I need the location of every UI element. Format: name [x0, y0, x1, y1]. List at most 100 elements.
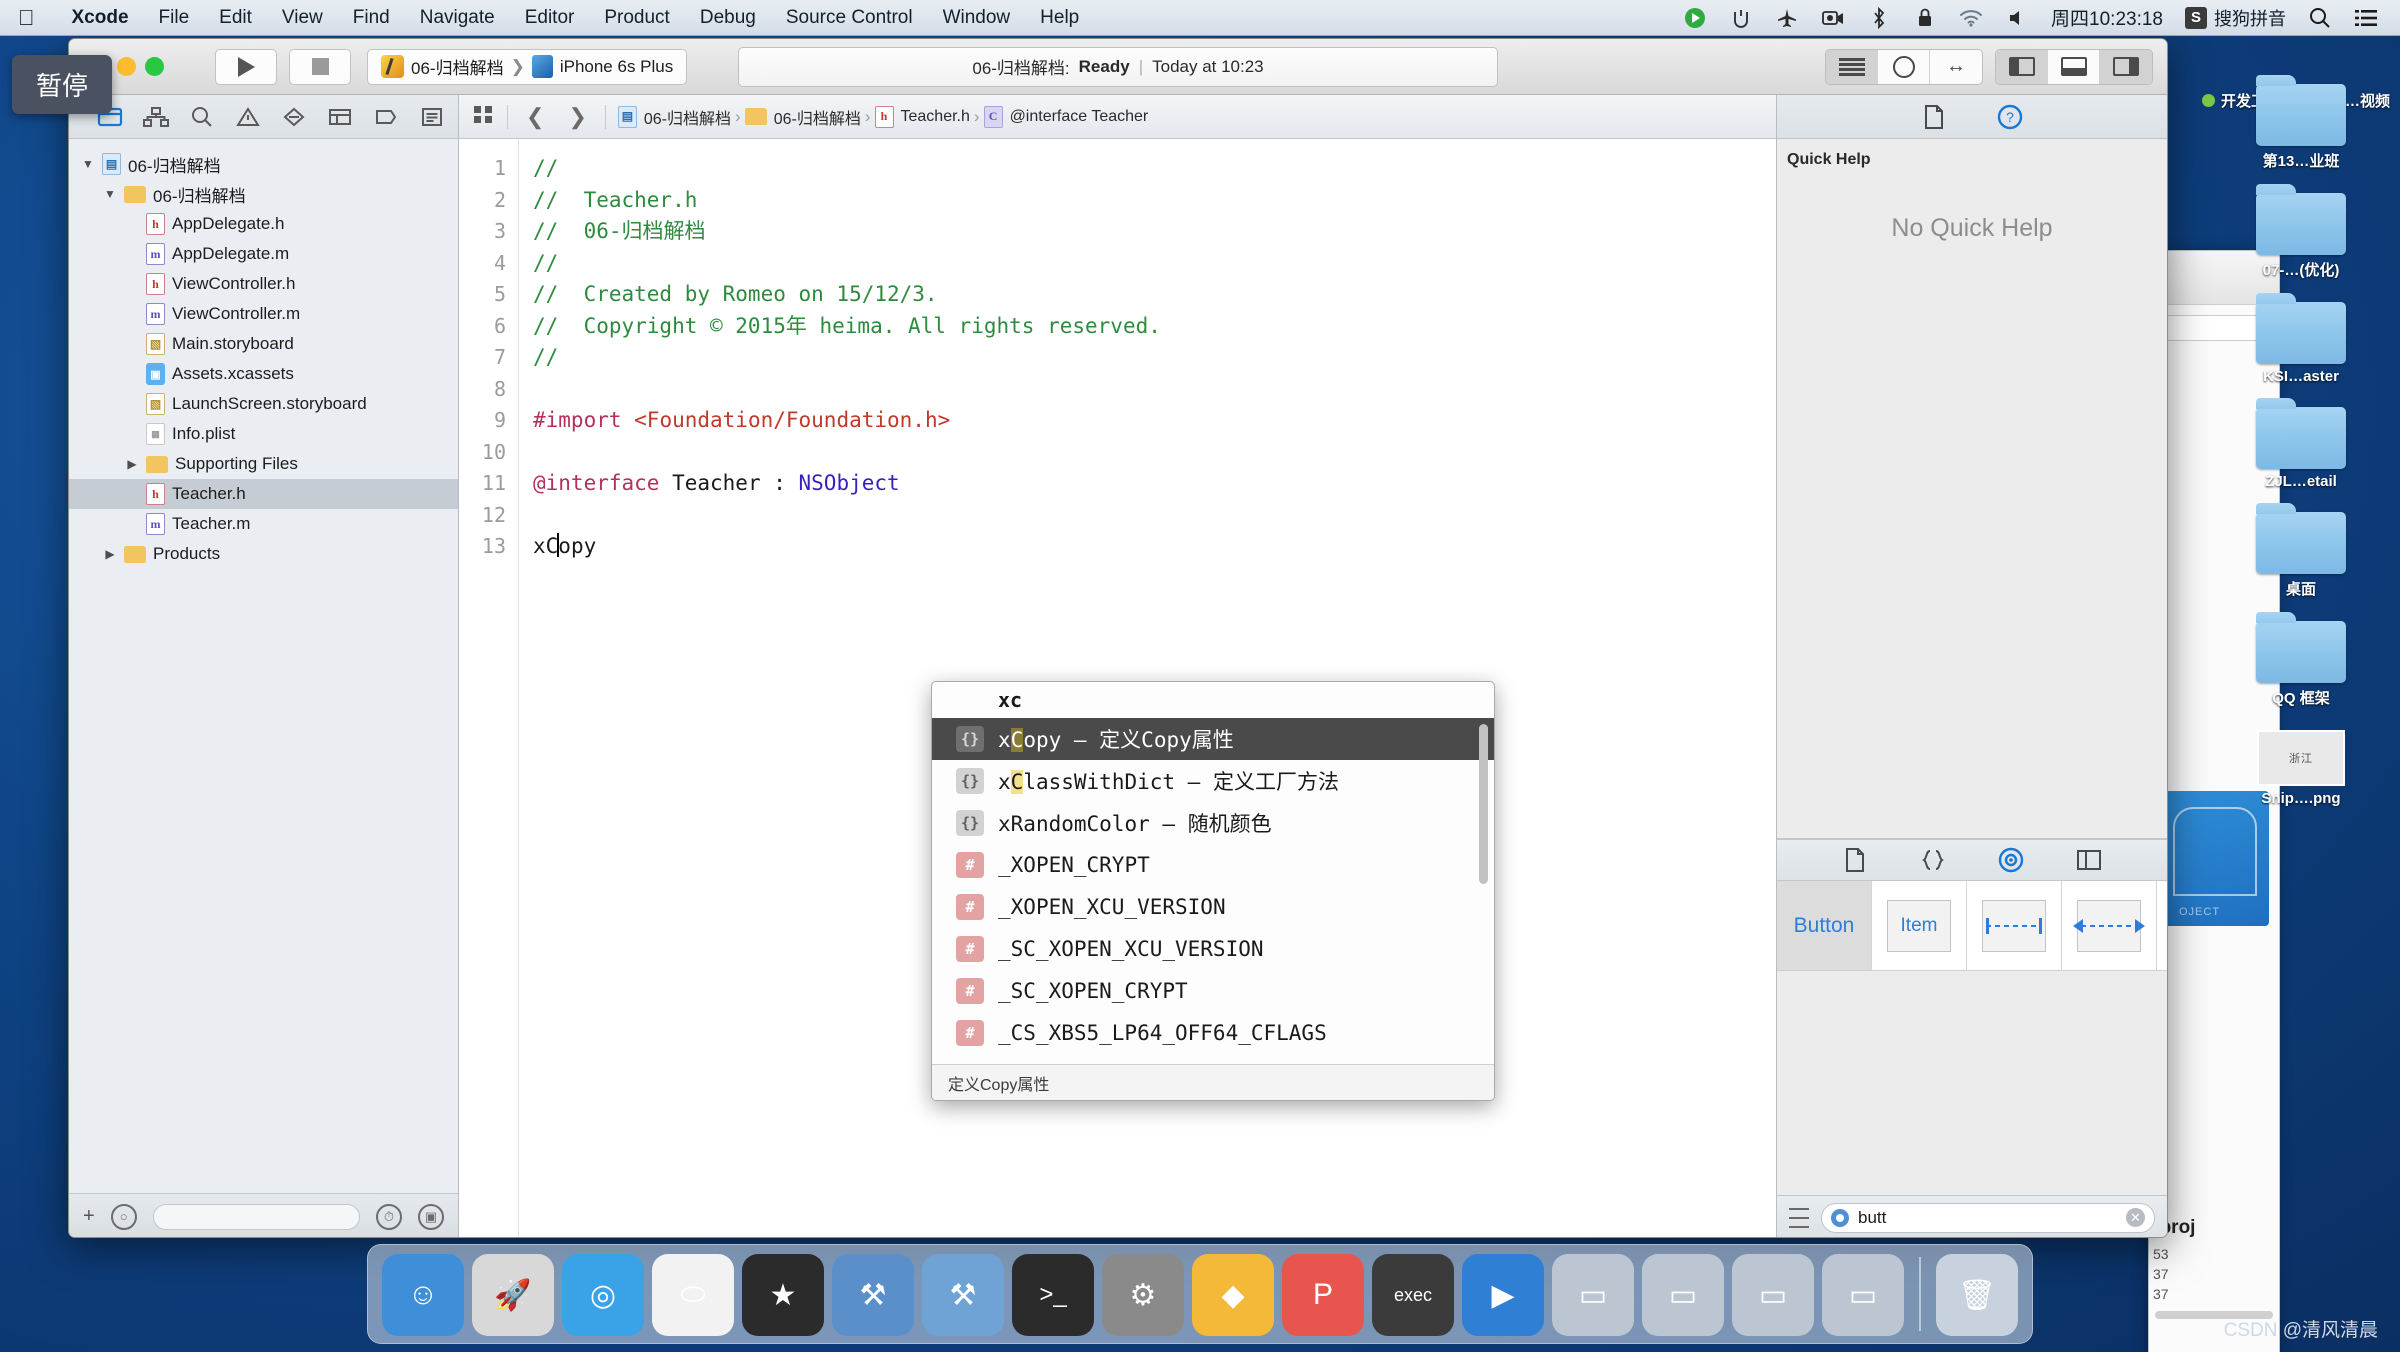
autocomplete-item[interactable]: # _CS_XBS5_LP64_OFF64_CFLAGS — [932, 1012, 1494, 1054]
breadcrumb-item[interactable]: ▤ 06-归档解档 — [617, 105, 731, 129]
menu-item-product[interactable]: Product — [589, 7, 684, 29]
autocomplete-popup[interactable]: xc {} xCopy – 定义Copy属性 {} xClassWithDict – … — [931, 681, 1495, 1101]
autocomplete-scrollbar[interactable] — [1479, 724, 1488, 884]
library-item[interactable]: Button — [1777, 881, 1872, 970]
autocomplete-item[interactable]: {} xClassWithDict – 定义工厂方法 — [932, 760, 1494, 802]
autocomplete-item[interactable]: # _XOPEN_CRYPT — [932, 844, 1494, 886]
find-navigator-icon[interactable] — [179, 95, 225, 139]
disclosure-closed-icon[interactable] — [103, 547, 117, 561]
dock-item-display-2[interactable]: ▭ — [1642, 1254, 1724, 1336]
issue-navigator-icon[interactable] — [225, 95, 271, 139]
quick-help-inspector-icon[interactable]: ? — [1993, 102, 2027, 132]
file-tree-row[interactable]: ▦ Info.plist — [69, 419, 458, 449]
dock-item-xcode[interactable]: ⚒ — [832, 1254, 914, 1336]
editor-jump-bar[interactable]: ❮ ❯ ▤ 06-归档解档 › 06-归档解档 › h Teacher.h › C @interf… — [459, 95, 1776, 139]
menu-item-find[interactable]: Find — [338, 7, 405, 29]
code-editor-area[interactable]: 1 2 3 4 5 6 7 8 9 10 11 12 13 //// Teacher.h// 06-归档… — [459, 139, 1776, 1237]
search-icon[interactable] — [2308, 6, 2332, 30]
scheme-selector[interactable]: 06-归档解档 ❯ iPhone 6s Plus — [367, 48, 688, 85]
symbol-navigator-icon[interactable] — [133, 95, 179, 139]
recent-files-icon[interactable]: ⏱ — [376, 1203, 402, 1230]
bluetooth-icon[interactable] — [1867, 6, 1891, 30]
dock-item-system-preferences[interactable]: ⚙ — [1102, 1254, 1184, 1336]
forward-chevron-icon[interactable]: ❯ — [562, 104, 592, 130]
library-item[interactable]: Item — [1872, 881, 1967, 970]
toggle-debug-area-icon[interactable] — [2048, 49, 2100, 84]
autocomplete-item[interactable]: {} xCopy – 定义Copy属性 — [932, 718, 1494, 760]
dock-item-display-3[interactable]: ▭ — [1732, 1254, 1814, 1336]
dock-item-display-1[interactable]: ▭ — [1552, 1254, 1634, 1336]
menu-item-source-control[interactable]: Source Control — [771, 7, 928, 29]
dock-item-launchpad[interactable]: 🚀 — [472, 1254, 554, 1336]
disclosure-open-icon[interactable] — [103, 187, 117, 201]
disclosure-closed-icon[interactable] — [125, 457, 139, 471]
navigator-tab-bar[interactable] — [69, 95, 458, 139]
clear-icon[interactable]: ✕ — [2126, 1208, 2145, 1227]
assistant-editor-icon[interactable] — [1878, 49, 1930, 84]
editor-mode-segment[interactable]: ↔ — [1825, 48, 1983, 85]
file-tree-row[interactable]: Supporting Files — [69, 449, 458, 479]
dock-item-paw[interactable]: P — [1282, 1254, 1364, 1336]
dock-item-finder[interactable]: ☺ — [382, 1254, 464, 1336]
library-item[interactable] — [1967, 881, 2062, 970]
version-editor-icon[interactable]: ↔ — [1930, 50, 1982, 84]
filter-icon[interactable]: ○ — [110, 1203, 137, 1230]
file-template-library-icon[interactable] — [1838, 845, 1872, 875]
dock-item-media-player[interactable]: ▶ — [1462, 1254, 1544, 1336]
apple-icon[interactable]:  — [18, 6, 35, 29]
dock-item-imovie[interactable]: ★ — [742, 1254, 824, 1336]
media-library-icon[interactable] — [2072, 845, 2106, 875]
desktop-icon[interactable]: 07-…(优化) — [2221, 184, 2381, 280]
source-control-filter-icon[interactable]: ▣ — [418, 1203, 444, 1230]
autocomplete-item[interactable]: # _SC_XOPEN_XCU_VERSION — [932, 928, 1494, 970]
disclosure-open-icon[interactable] — [81, 157, 95, 171]
breadcrumb-item[interactable]: h Teacher.h — [874, 105, 970, 128]
file-tree-row[interactable]: ▧ Main.storyboard — [69, 329, 458, 359]
menu-item-help[interactable]: Help — [1025, 7, 1094, 29]
dock-item-safari[interactable]: ◎ — [562, 1254, 644, 1336]
stop-button[interactable] — [289, 48, 351, 85]
zoom-button[interactable] — [145, 57, 164, 76]
desktop-icon[interactable]: QQ 框架 — [2221, 612, 2381, 708]
project-file-tree[interactable]: ▤ 06-归档解档 06-归档解档 h AppDelegate.h m AppDelegat… — [69, 139, 458, 1193]
file-tree-row[interactable]: ▣ Assets.xcassets — [69, 359, 458, 389]
file-tree-row[interactable]: m Teacher.m — [69, 509, 458, 539]
file-inspector-icon[interactable] — [1917, 102, 1951, 132]
navigator-filter-field[interactable] — [152, 1203, 360, 1230]
debug-navigator-icon[interactable] — [317, 95, 363, 139]
file-tree-row[interactable]: h AppDelegate.h — [69, 209, 458, 239]
autocomplete-item[interactable]: {} xRandomColor – 随机颜色 — [932, 802, 1494, 844]
play-circle-icon[interactable] — [1683, 6, 1707, 30]
breadcrumb[interactable]: ▤ 06-归档解档 › 06-归档解档 › h Teacher.h › C @interface … — [617, 105, 1148, 129]
screen-record-icon[interactable] — [1821, 6, 1845, 30]
desktop-icon[interactable]: 浙江 Snip….png — [2221, 730, 2381, 807]
run-button[interactable] — [215, 48, 277, 85]
minimize-button[interactable] — [117, 57, 136, 76]
file-tree-row[interactable]: ▤ 06-归档解档 — [69, 149, 458, 179]
menu-item-debug[interactable]: Debug — [685, 7, 771, 29]
report-navigator-icon[interactable] — [409, 95, 455, 139]
wifi-icon[interactable] — [1959, 6, 1983, 30]
volume-icon[interactable] — [2005, 6, 2029, 30]
menu-item-edit[interactable]: Edit — [204, 7, 267, 29]
library-search-field[interactable]: butt ✕ — [1821, 1202, 2155, 1233]
file-tree-row[interactable]: h Teacher.h — [69, 479, 458, 509]
add-icon[interactable]: + — [83, 1205, 95, 1228]
test-navigator-icon[interactable] — [271, 95, 317, 139]
menu-item-editor[interactable]: Editor — [510, 7, 590, 29]
list-layout-icon[interactable] — [1789, 1207, 1809, 1228]
dock-item-display-4[interactable]: ▭ — [1822, 1254, 1904, 1336]
dock-item-trash[interactable]: 🗑 — [1936, 1254, 2018, 1336]
file-tree-row[interactable]: Products — [69, 539, 458, 569]
lock-icon[interactable] — [1913, 6, 1937, 30]
eject-icon[interactable] — [1729, 6, 1753, 30]
library-item[interactable] — [2062, 881, 2157, 970]
menu-item-window[interactable]: Window — [928, 7, 1026, 29]
menu-item-view[interactable]: View — [267, 7, 338, 29]
dock-item-mouse-app[interactable]: ⬭ — [652, 1254, 734, 1336]
toggle-utilities-icon[interactable] — [2100, 49, 2152, 84]
notification-center-icon[interactable] — [2354, 6, 2378, 30]
pane-toggle-segment[interactable] — [1995, 48, 2153, 85]
dock-item-xcode-beta[interactable]: ⚒ — [922, 1254, 1004, 1336]
dock[interactable]: ☺ 🚀 ◎ ⬭ ★ ⚒ ⚒ >_ ⚙ ◆ Pexec ▶ ▭ ▭ ▭ ▭ 🗑 — [367, 1244, 2033, 1344]
